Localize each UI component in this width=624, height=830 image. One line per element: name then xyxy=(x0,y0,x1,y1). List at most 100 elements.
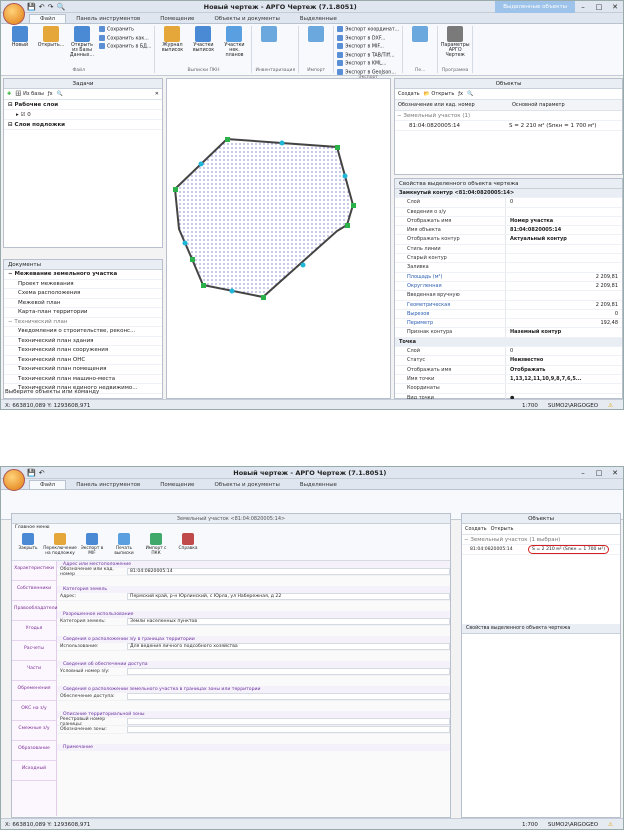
ribbon-button[interactable]: Новый xyxy=(6,26,34,48)
form-side-tab[interactable]: Собственники xyxy=(12,581,56,601)
document-item[interactable]: Карта-план территории xyxy=(4,308,162,318)
form-side-tab[interactable]: Смежные з/у xyxy=(12,721,56,741)
form-toolbar-button[interactable]: Переключение на подложку xyxy=(43,533,77,558)
ribbon-small-button[interactable]: Экспорт координат... xyxy=(337,26,399,33)
ribbon-button[interactable] xyxy=(255,26,283,43)
redo-icon[interactable]: ↷ xyxy=(48,3,54,11)
property-row[interactable]: Периметр 192,48 xyxy=(395,319,622,329)
ribbon-small-button[interactable]: Сохранить как... xyxy=(99,35,151,41)
tab-0[interactable]: Файл xyxy=(29,480,67,489)
undo-icon[interactable]: ↶ xyxy=(39,3,45,11)
tab-2[interactable]: Помещение xyxy=(150,481,204,489)
form-side-tab[interactable]: ОКС на з/у xyxy=(12,701,56,721)
form-toolbar-button[interactable]: Импорт с ПКК xyxy=(142,533,170,558)
create-button[interactable]: Создать xyxy=(398,91,420,97)
ribbon-button[interactable]: Открыть... xyxy=(37,26,65,48)
property-row[interactable]: Статус Неизвестно xyxy=(395,356,622,366)
form-side-tab[interactable]: Характеристики xyxy=(12,561,56,581)
object-row-2[interactable]: 81:04:0820005:14 S = 2 210 м² (Sпкн = 1 … xyxy=(462,545,620,555)
document-item[interactable]: Технический план здания xyxy=(4,337,162,346)
property-row[interactable]: Сведения о з/у xyxy=(395,207,622,217)
layer-row[interactable]: ▸ ☑ 0 xyxy=(4,110,162,120)
form-side-tab[interactable]: Исходный xyxy=(12,761,56,781)
property-row[interactable]: Стиль линии xyxy=(395,244,622,255)
document-item[interactable]: Схема расположения xyxy=(4,289,162,299)
property-row[interactable]: Имя объекта 81:04:0820005:14 xyxy=(395,226,622,236)
document-item[interactable]: Уведомления о строительстве, реконс... xyxy=(4,327,162,337)
form-side-tab[interactable]: Части xyxy=(12,661,56,681)
property-row[interactable]: Введенная вручную xyxy=(395,291,622,301)
property-row[interactable]: Округленная 2 209,81 xyxy=(395,281,622,292)
function-icon[interactable]: ƒx xyxy=(48,91,53,97)
form-toolbar-button[interactable]: Закрыть xyxy=(14,533,42,558)
form-field-value[interactable] xyxy=(127,718,450,725)
property-row[interactable]: Имя точки 1,13,12,11,10,9,8,7,6,5... xyxy=(395,374,622,385)
zoom-icon[interactable]: 🔍 xyxy=(56,3,65,11)
property-row[interactable]: Вырезов 0 xyxy=(395,309,622,320)
ribbon-button[interactable]: Участки выписок xyxy=(189,26,217,53)
tab-3[interactable]: Объекты и документы xyxy=(204,481,289,489)
form-toolbar-button[interactable]: Экспорт в MIF xyxy=(78,533,106,558)
from-db-button[interactable]: 🗄 Из базы xyxy=(15,91,44,97)
form-side-tab[interactable]: Угодья xyxy=(12,621,56,641)
tab-0[interactable]: Файл xyxy=(29,14,67,23)
form-field-value[interactable] xyxy=(127,726,450,733)
property-row[interactable]: Геометрическая 2 209,81 xyxy=(395,300,622,310)
form-home-tab[interactable]: Главное меню xyxy=(12,524,450,531)
function-icon[interactable]: ƒx xyxy=(458,91,463,97)
ribbon-button[interactable]: Параметры АРГО Чертеж xyxy=(441,26,470,58)
tab-4[interactable]: Выделенные xyxy=(290,15,347,23)
delete-icon[interactable]: ✕ xyxy=(155,91,159,97)
create-button-2[interactable]: Создать xyxy=(465,526,487,532)
warning-icon-2[interactable]: ⚠ xyxy=(608,822,623,828)
close-button[interactable]: ✕ xyxy=(607,3,623,11)
form-field-value[interactable]: Земли населенных пунктов xyxy=(127,618,450,625)
ribbon-small-button[interactable]: Экспорт в MIF... xyxy=(337,43,399,50)
property-row[interactable]: Отображать имя Отображать xyxy=(395,365,622,375)
tab-4[interactable]: Выделенные xyxy=(290,481,347,489)
maximize-button-2[interactable]: □ xyxy=(591,469,607,477)
search-icon[interactable]: 🔍 xyxy=(57,91,63,97)
document-item[interactable]: Технический план ОНС xyxy=(4,356,162,365)
minimize-button-2[interactable]: – xyxy=(575,469,591,477)
search-icon[interactable]: 🔍 xyxy=(467,91,473,97)
minimize-button[interactable]: – xyxy=(575,3,591,11)
form-toolbar-button[interactable]: Печать выписки xyxy=(110,533,138,558)
ribbon-small-button[interactable]: Сохранить xyxy=(99,26,151,33)
document-item[interactable]: Технический план помещения xyxy=(4,365,162,375)
ribbon-small-button[interactable]: Сохранить в БД... xyxy=(99,43,151,50)
warning-icon[interactable]: ⚠ xyxy=(608,403,623,409)
property-row[interactable]: Слой 0 xyxy=(395,198,622,208)
ribbon-button[interactable] xyxy=(406,26,434,43)
property-row[interactable]: Площадь (м²) 2 209,81 xyxy=(395,272,622,282)
app-menu-orb-2[interactable] xyxy=(3,469,25,491)
document-item[interactable]: Технический план машино-места xyxy=(4,375,162,384)
add-layer-icon[interactable]: ✚ xyxy=(7,91,11,97)
form-toolbar-button[interactable]: Справка xyxy=(174,533,202,558)
close-button-2[interactable]: ✕ xyxy=(607,469,623,477)
ribbon-small-button[interactable]: Экспорт в TAB/Tiff... xyxy=(337,52,399,58)
tab-1[interactable]: Панель инструментов xyxy=(66,15,150,23)
objects-group-2[interactable]: − Земельный участок (1 выбран) xyxy=(462,535,620,545)
work-layers-header[interactable]: ⊟ Рабочие слои xyxy=(4,100,162,110)
property-row[interactable]: Признак контура Наземный контур xyxy=(395,328,622,338)
property-row[interactable]: Заливка xyxy=(395,263,622,273)
tab-2[interactable]: Помещение xyxy=(150,15,204,23)
save-icon[interactable]: 💾 xyxy=(27,469,36,477)
maximize-button[interactable]: □ xyxy=(591,3,607,11)
form-side-tab[interactable]: Образование xyxy=(12,741,56,761)
app-menu-orb[interactable] xyxy=(3,3,25,25)
document-item[interactable]: − Технический план xyxy=(4,318,162,327)
document-item[interactable]: Межевой план xyxy=(4,299,162,308)
property-row[interactable]: Координаты xyxy=(395,384,622,394)
drawing-canvas[interactable] xyxy=(166,78,391,399)
form-side-tab[interactable]: Расчеты xyxy=(12,641,56,661)
document-item[interactable]: − Межевание земельного участка xyxy=(4,270,162,280)
open-button[interactable]: 📂 Открыть xyxy=(424,91,455,97)
form-side-tab[interactable]: Правообладатели xyxy=(12,601,58,621)
form-side-tab[interactable]: Обременения xyxy=(12,681,56,701)
property-row[interactable]: Старый контур xyxy=(395,254,622,264)
ribbon-button[interactable]: Журнал выписок xyxy=(158,26,186,53)
property-row[interactable]: Отображать контур Актуальный контур xyxy=(395,235,622,245)
document-item[interactable]: Технический план сооружения xyxy=(4,346,162,356)
